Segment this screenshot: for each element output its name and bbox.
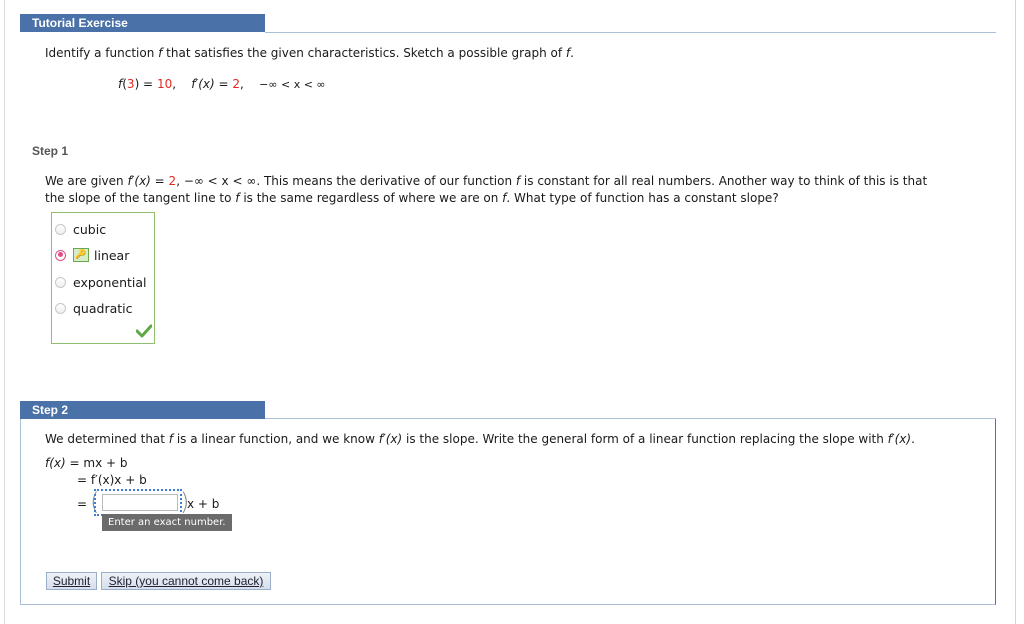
page-left-border xyxy=(4,0,5,624)
tutorial-title: Tutorial Exercise xyxy=(32,16,128,30)
key-icon: 🔑 xyxy=(73,248,89,262)
step2-label: Step 2 xyxy=(32,403,69,417)
choice-linear[interactable]: 🔑 linear xyxy=(55,246,129,264)
choice-cubic[interactable]: cubic xyxy=(55,220,106,238)
step2-intro: We determined that f is a linear functio… xyxy=(45,432,915,446)
submit-button[interactable]: Submit xyxy=(46,572,97,590)
answer-choices: cubic 🔑 linear exponential quadratic xyxy=(51,212,155,344)
step1-text-line2: the slope of the tangent line to f is th… xyxy=(45,191,779,205)
input-hint-tooltip: Enter an exact number. xyxy=(102,514,232,531)
equation-row-1: f(x) = mx + b xyxy=(45,456,128,470)
radio-cubic[interactable] xyxy=(55,223,66,235)
equation-row-3-equals: = xyxy=(77,497,88,511)
skip-button[interactable]: Skip (you cannot come back) xyxy=(101,572,271,590)
step2-header: Step 2 xyxy=(20,401,265,419)
choice-exponential[interactable]: exponential xyxy=(55,273,147,291)
header-divider xyxy=(265,32,996,33)
problem-prompt: Identify a function f that satisfies the… xyxy=(45,46,574,60)
scrollbar-track[interactable] xyxy=(1015,0,1016,624)
checkmark-icon xyxy=(136,324,152,338)
tutorial-header: Tutorial Exercise xyxy=(20,14,265,32)
step1-text-line1: We are given f′(x) = 2, −∞ < x < ∞. This… xyxy=(45,174,928,188)
slope-answer-input[interactable] xyxy=(102,494,178,511)
equation-row-3-tail: x + b xyxy=(187,497,220,511)
radio-exponential[interactable] xyxy=(55,276,66,288)
step1-label: Step 1 xyxy=(32,144,69,158)
equation-row-2: = f′(x)x + b xyxy=(77,473,147,487)
choice-quadratic[interactable]: quadratic xyxy=(55,299,133,317)
step2-divider xyxy=(265,418,996,419)
radio-quadratic[interactable] xyxy=(55,302,66,314)
given-conditions: f(3) = 10, f′(x) = 2, −∞ < x < ∞ xyxy=(118,77,326,91)
radio-linear-selected[interactable] xyxy=(55,249,66,261)
